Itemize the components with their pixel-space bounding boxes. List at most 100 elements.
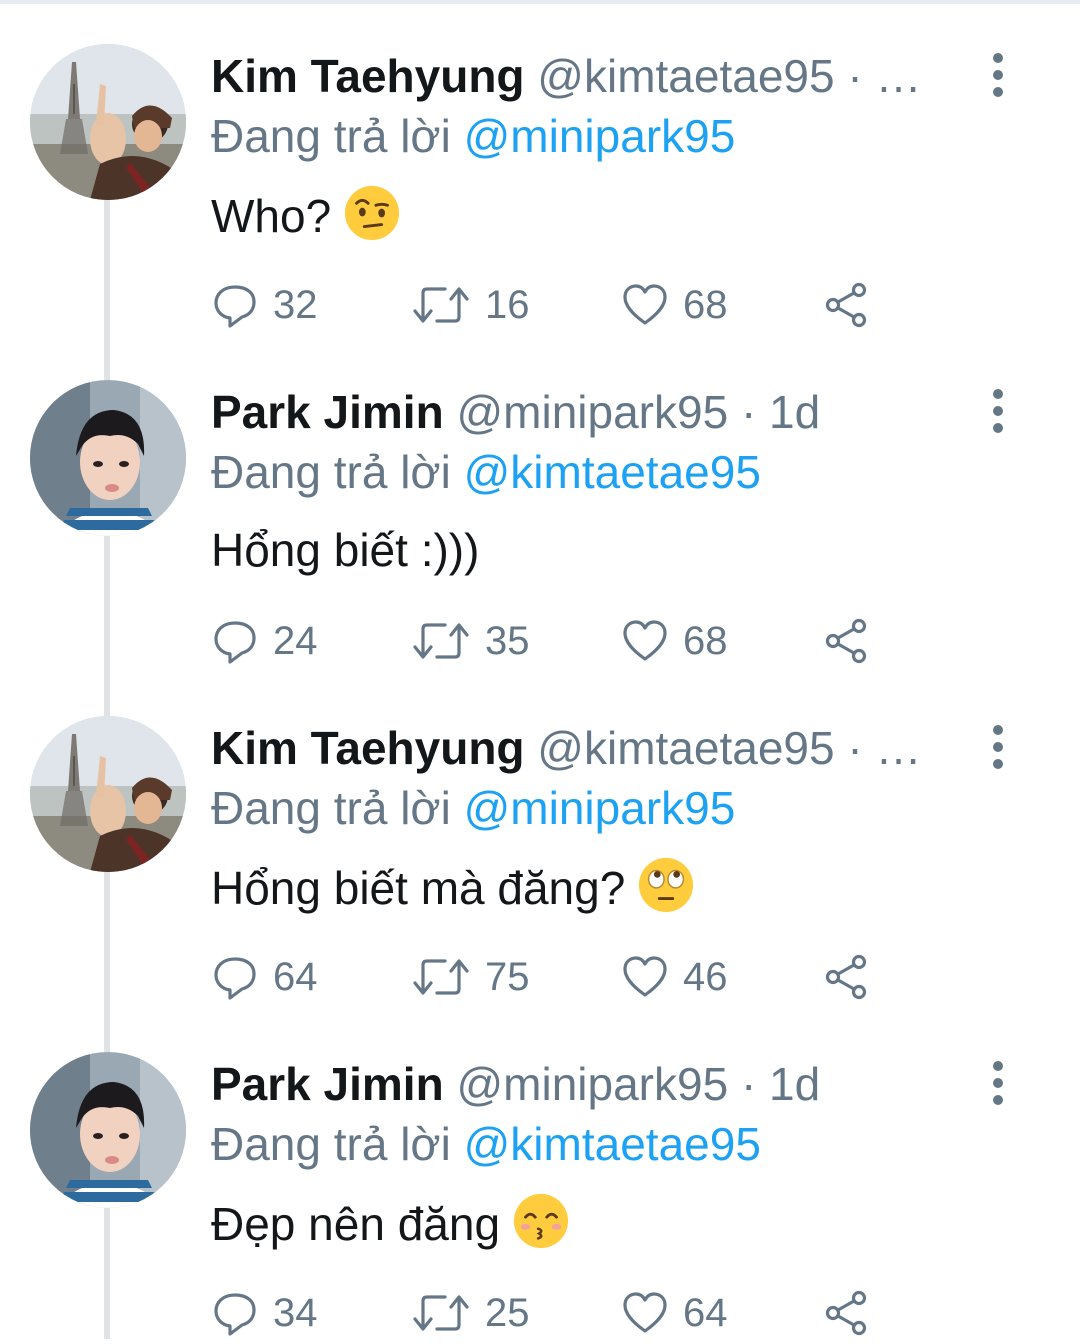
tweet-text: Hổng biết mà đăng? — [211, 856, 1011, 918]
reply-mention-link[interactable]: @kimtaetae95 — [464, 1118, 761, 1170]
vertical-ellipsis-icon — [980, 388, 1016, 434]
separator: · — [740, 386, 757, 438]
replying-to-label: Đang trả lời — [211, 446, 451, 498]
heart-icon — [621, 281, 669, 329]
tweet-header: Park Jimin @minipark95 · 1d — [211, 384, 971, 440]
tweet-actions: 24 35 68 — [211, 616, 911, 666]
reply-button[interactable]: 34 — [211, 1288, 318, 1338]
retweet-arrows-icon — [411, 617, 471, 665]
tweet-header: Kim Taehyung @kimtaetae95 · … — [211, 720, 971, 776]
reply-button[interactable]: 32 — [211, 280, 318, 330]
tweet-text: Đẹp nên đăng — [211, 1192, 1011, 1254]
retweet-arrows-icon — [411, 953, 471, 1001]
retweet-button[interactable]: 16 — [411, 280, 530, 330]
reply-button[interactable]: 64 — [211, 952, 318, 1002]
separator: · — [847, 50, 863, 102]
display-name[interactable]: Park Jimin — [211, 386, 444, 438]
like-count: 68 — [683, 618, 728, 663]
speech-bubble-icon — [211, 1289, 259, 1337]
reply-count: 32 — [273, 282, 318, 327]
tweet-actions: 64 75 46 — [211, 952, 911, 1002]
tweet-text-content: Đẹp nên đăng — [211, 1198, 501, 1250]
timestamp[interactable]: 1d — [769, 1058, 820, 1110]
like-button[interactable]: 64 — [621, 1288, 728, 1338]
timestamp[interactable]: … — [875, 722, 921, 774]
display-name[interactable]: Park Jimin — [211, 1058, 444, 1110]
avatar[interactable] — [30, 716, 186, 872]
tweet[interactable]: Park Jimin @minipark95 · 1d Đang trả lời… — [0, 336, 1080, 672]
replying-to: Đang trả lời @kimtaetae95 — [211, 1116, 1011, 1172]
replying-to: Đang trả lời @kimtaetae95 — [211, 444, 1011, 500]
tweet-header: Park Jimin @minipark95 · 1d — [211, 1056, 971, 1112]
tweet-actions: 34 25 64 — [211, 1288, 911, 1338]
reply-count: 34 — [273, 1290, 318, 1335]
tweet-text-content: Who? — [211, 190, 332, 242]
more-options-button[interactable] — [980, 1060, 1016, 1106]
separator: · — [740, 1058, 757, 1110]
tweet[interactable]: Kim Taehyung @kimtaetae95 · … Đang trả l… — [0, 0, 1080, 336]
face-with-rolling-eyes-icon — [637, 856, 695, 914]
replying-to-label: Đang trả lời — [211, 110, 451, 162]
retweet-button[interactable]: 75 — [411, 952, 530, 1002]
tweet[interactable]: Park Jimin @minipark95 · 1d Đang trả lời… — [0, 1008, 1080, 1344]
tweet-text: Who? — [211, 184, 1011, 246]
more-options-button[interactable] — [980, 724, 1016, 770]
speech-bubble-icon — [211, 617, 259, 665]
share-button[interactable] — [823, 1288, 871, 1338]
heart-icon — [621, 617, 669, 665]
avatar[interactable] — [30, 1052, 186, 1208]
display-name[interactable]: Kim Taehyung — [211, 722, 525, 774]
timestamp[interactable]: … — [875, 50, 921, 102]
like-button[interactable]: 46 — [621, 952, 728, 1002]
share-nodes-icon — [823, 953, 871, 1001]
avatar[interactable] — [30, 380, 186, 536]
share-button[interactable] — [823, 616, 871, 666]
like-button[interactable]: 68 — [621, 616, 728, 666]
tweet-actions: 32 16 68 — [211, 280, 911, 330]
tweet-text-content: Hổng biết :))) — [211, 524, 480, 576]
like-button[interactable]: 68 — [621, 280, 728, 330]
vertical-ellipsis-icon — [980, 1060, 1016, 1106]
more-options-button[interactable] — [980, 52, 1016, 98]
share-button[interactable] — [823, 952, 871, 1002]
reply-count: 24 — [273, 618, 318, 663]
tweet-text-content: Hổng biết mà đăng? — [211, 862, 626, 914]
retweet-button[interactable]: 25 — [411, 1288, 530, 1338]
more-options-button[interactable] — [980, 388, 1016, 434]
vertical-ellipsis-icon — [980, 724, 1016, 770]
share-nodes-icon — [823, 617, 871, 665]
separator: · — [847, 722, 863, 774]
user-handle[interactable]: @minipark95 — [456, 1058, 728, 1110]
tweet-header: Kim Taehyung @kimtaetae95 · … — [211, 48, 971, 104]
speech-bubble-icon — [211, 953, 259, 1001]
share-button[interactable] — [823, 280, 871, 330]
avatar[interactable] — [30, 44, 186, 200]
reply-count: 64 — [273, 954, 318, 999]
like-count: 46 — [683, 954, 728, 999]
user-handle[interactable]: @kimtaetae95 — [537, 722, 834, 774]
user-handle[interactable]: @kimtaetae95 — [537, 50, 834, 102]
like-count: 64 — [683, 1290, 728, 1335]
reply-button[interactable]: 24 — [211, 616, 318, 666]
retweet-button[interactable]: 35 — [411, 616, 530, 666]
replying-to-label: Đang trả lời — [211, 1118, 451, 1170]
retweet-count: 35 — [485, 618, 530, 663]
kissing-face-with-smiling-eyes-icon — [512, 1192, 570, 1250]
share-nodes-icon — [823, 1289, 871, 1337]
retweet-count: 25 — [485, 1290, 530, 1335]
speech-bubble-icon — [211, 281, 259, 329]
like-count: 68 — [683, 282, 728, 327]
tweet[interactable]: Kim Taehyung @kimtaetae95 · … Đang trả l… — [0, 672, 1080, 1008]
reply-mention-link[interactable]: @kimtaetae95 — [464, 446, 761, 498]
reply-mention-link[interactable]: @minipark95 — [464, 110, 736, 162]
tweet-text: Hổng biết :))) — [211, 520, 1011, 580]
display-name[interactable]: Kim Taehyung — [211, 50, 525, 102]
user-handle[interactable]: @minipark95 — [456, 386, 728, 438]
heart-icon — [621, 1289, 669, 1337]
replying-to-label: Đang trả lời — [211, 782, 451, 834]
heart-icon — [621, 953, 669, 1001]
reply-mention-link[interactable]: @minipark95 — [464, 782, 736, 834]
replying-to: Đang trả lời @minipark95 — [211, 108, 1011, 164]
retweet-arrows-icon — [411, 1289, 471, 1337]
timestamp[interactable]: 1d — [769, 386, 820, 438]
